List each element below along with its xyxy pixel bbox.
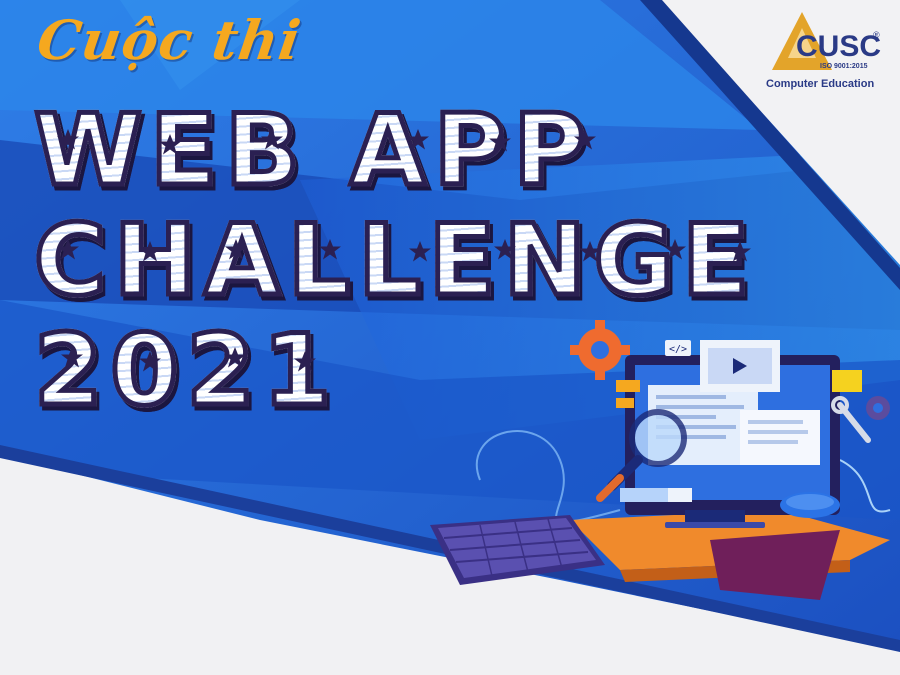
- code-tag-icon: </>: [669, 344, 687, 355]
- logo-registered-mark: ®: [873, 30, 880, 40]
- gear-icon: [866, 396, 890, 420]
- logo-name: CUSC: [796, 30, 882, 63]
- gear-icon: [570, 320, 630, 380]
- title-line-1: WEB APP: [31, 94, 594, 208]
- logo-tagline: Computer Education: [766, 78, 875, 90]
- computer-illustration: </>: [430, 320, 891, 600]
- title-line-3: 2021: [32, 314, 339, 428]
- logo-iso: ISO 9001:2015: [820, 63, 868, 70]
- title-line-2: CHALLENGE: [31, 204, 758, 318]
- script-title: Cuộc thi: [33, 8, 306, 72]
